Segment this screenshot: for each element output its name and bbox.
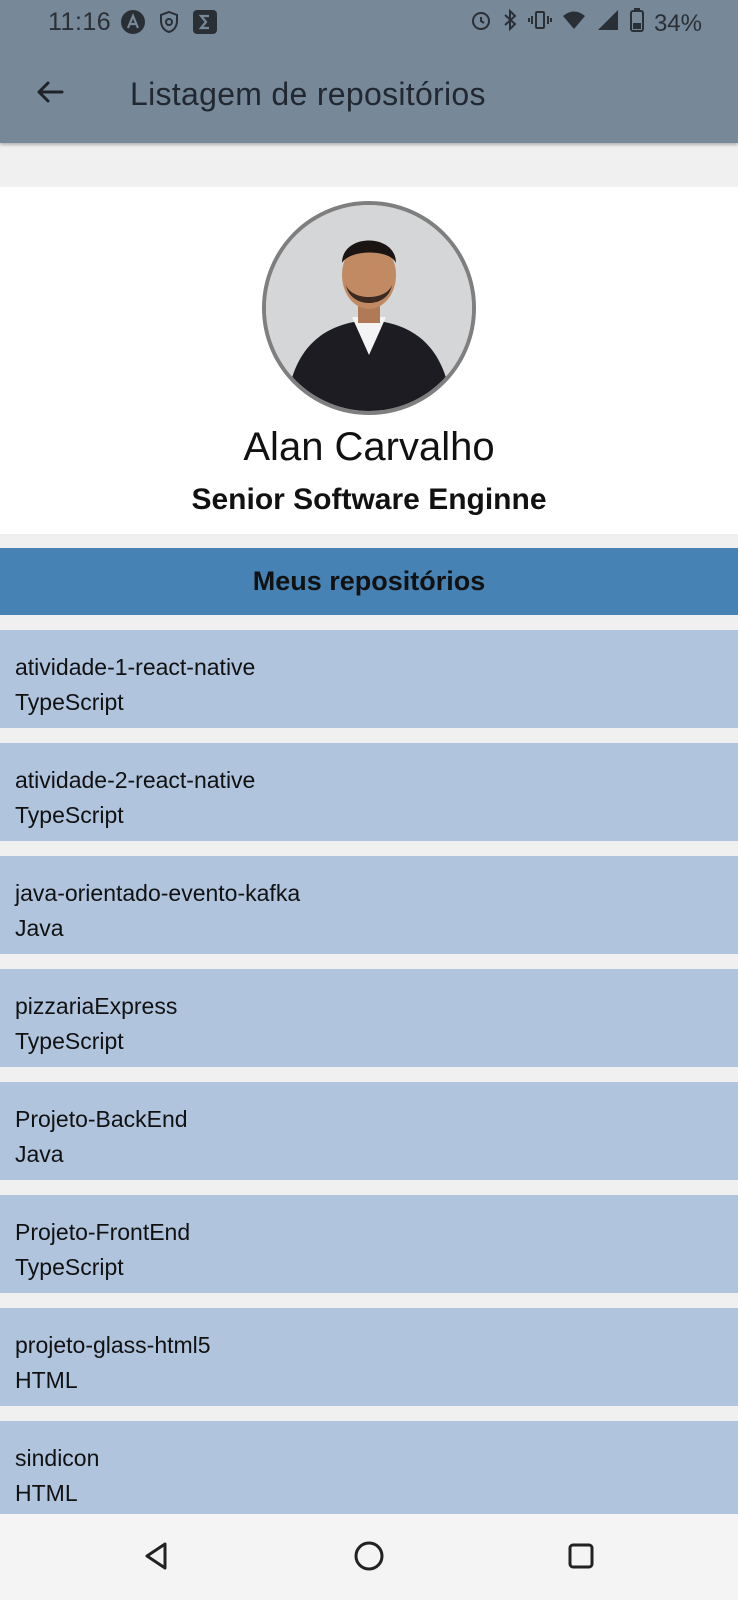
repo-name: Projeto-BackEnd xyxy=(15,1106,188,1132)
repo-language: HTML xyxy=(15,1480,78,1506)
status-left-icons xyxy=(120,9,218,42)
profile-name: Alan Carvalho xyxy=(243,425,495,469)
shield-icon xyxy=(158,10,180,41)
wifi-icon xyxy=(562,9,586,38)
repo-name: java-orientado-evento-kafka xyxy=(15,880,301,906)
signal-icon xyxy=(596,9,620,38)
status-bar: 11:16 34% xyxy=(0,0,738,44)
repo-language: TypeScript xyxy=(15,689,124,715)
list-item[interactable]: java-orientado-evento-kafka Java xyxy=(0,856,738,954)
list-item[interactable]: projeto-glass-html5 HTML xyxy=(0,1308,738,1406)
repo-language: HTML xyxy=(15,1367,78,1393)
profile-card: Alan Carvalho Senior Software Enginne xyxy=(0,187,738,534)
square-recents-icon xyxy=(567,1542,595,1575)
list-item[interactable]: atividade-2-react-native TypeScript xyxy=(0,743,738,841)
repo-name: atividade-2-react-native xyxy=(15,767,256,793)
avatar xyxy=(262,201,476,415)
vibrate-icon xyxy=(527,9,552,38)
alarm-icon xyxy=(470,9,492,38)
page-title: Listagem de repositórios xyxy=(130,76,486,112)
battery-percentage: 34% xyxy=(653,9,702,37)
list-item[interactable]: sindicon HTML xyxy=(0,1421,738,1519)
triangle-back-icon xyxy=(142,1541,170,1576)
repo-language: Java xyxy=(15,915,64,941)
list-item[interactable]: atividade-1-react-native TypeScript xyxy=(0,630,738,728)
status-right-icons: 34% xyxy=(470,8,702,39)
repo-language: Java xyxy=(15,1141,64,1167)
battery-icon xyxy=(629,8,644,39)
status-time: 11:16 xyxy=(48,8,112,36)
nav-back-button[interactable] xyxy=(132,1534,180,1582)
sigma-icon xyxy=(192,9,218,42)
repo-name: Projeto-FrontEnd xyxy=(15,1219,191,1245)
back-button[interactable] xyxy=(26,70,74,118)
app-logo-icon xyxy=(120,9,146,42)
repo-language: TypeScript xyxy=(15,1254,124,1280)
system-navigation-bar xyxy=(0,1514,738,1600)
repo-language: TypeScript xyxy=(15,802,124,828)
nav-recents-button[interactable] xyxy=(557,1534,605,1582)
repo-name: projeto-glass-html5 xyxy=(15,1332,211,1358)
repo-name: pizzariaExpress xyxy=(15,993,178,1019)
circle-home-icon xyxy=(353,1540,385,1577)
repo-name: sindicon xyxy=(15,1445,100,1471)
profile-role: Senior Software Enginne xyxy=(191,483,547,516)
repository-list: atividade-1-react-native TypeScript ativ… xyxy=(0,630,738,1534)
app-bar: 11:16 34% Listagem de repositórios xyxy=(0,0,738,143)
arrow-left-icon xyxy=(34,76,66,113)
nav-home-button[interactable] xyxy=(345,1534,393,1582)
repositories-title: Meus repositórios xyxy=(252,566,486,596)
repo-name: atividade-1-react-native xyxy=(15,654,256,680)
repo-language: TypeScript xyxy=(15,1028,124,1054)
list-item[interactable]: Projeto-BackEnd Java xyxy=(0,1082,738,1180)
list-item[interactable]: Projeto-FrontEnd TypeScript xyxy=(0,1195,738,1293)
toolbar: Listagem de repositórios xyxy=(0,58,738,130)
bluetooth-icon xyxy=(502,8,518,39)
list-item[interactable]: pizzariaExpress TypeScript xyxy=(0,969,738,1067)
repositories-header: Meus repositórios xyxy=(0,548,738,615)
